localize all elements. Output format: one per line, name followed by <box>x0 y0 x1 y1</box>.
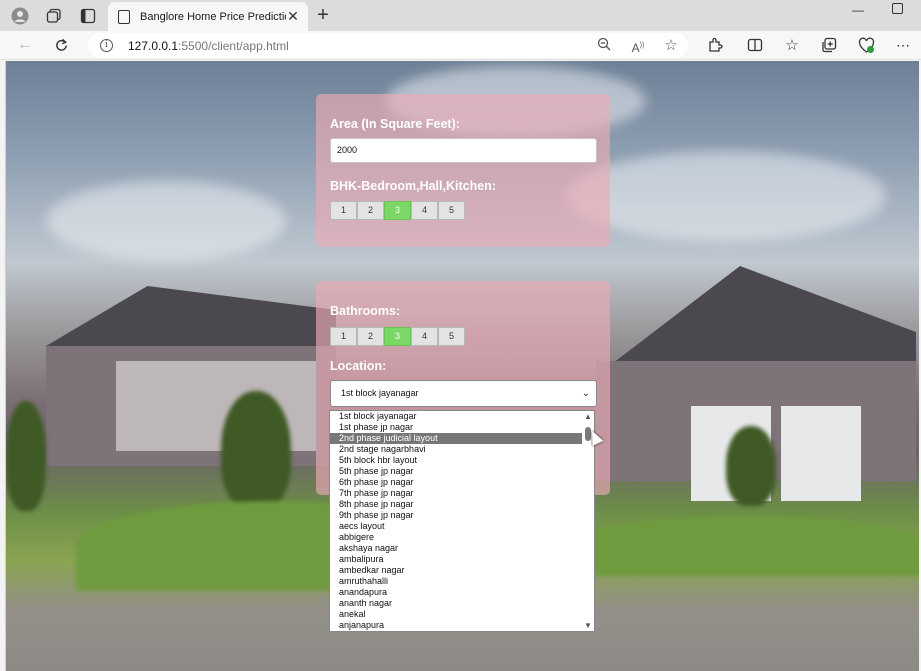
close-tab-icon[interactable]: ✕ <box>286 8 300 25</box>
location-option[interactable]: ambedkar nagar <box>330 565 583 576</box>
tab-title: Banglore Home Price Prediction <box>140 10 286 23</box>
refresh-icon[interactable] <box>50 34 72 56</box>
favorite-star-icon[interactable]: ☆ <box>662 37 680 55</box>
back-icon[interactable]: ← <box>14 34 36 56</box>
location-select-value: 1st block jayanagar <box>341 388 419 398</box>
location-option[interactable]: 9th phase jp nagar <box>330 510 583 521</box>
bathrooms-selector: 1 2 3 4 5 <box>330 327 465 346</box>
read-aloud-icon[interactable]: A)) <box>629 37 647 55</box>
location-option[interactable]: 8th phase jp nagar <box>330 499 583 510</box>
bhk-label: BHK-Bedroom,Hall,Kitchen: <box>330 179 496 193</box>
background-cloud <box>566 151 886 241</box>
background-tree <box>6 401 46 511</box>
more-options-icon[interactable]: ⋯ <box>892 34 914 56</box>
collections-icon[interactable] <box>818 34 840 56</box>
location-option[interactable]: 2nd stage nagarbhavi <box>330 444 583 455</box>
bhk-option-selected[interactable]: 3 <box>384 201 411 220</box>
maximize-icon[interactable] <box>892 3 903 14</box>
background-garage-door <box>781 406 861 501</box>
area-bhk-card: Area (In Square Feet): 2000 BHK-Bedroom,… <box>316 94 610 247</box>
bhk-option[interactable]: 2 <box>357 201 384 220</box>
location-option[interactable]: anjanapura <box>330 620 583 631</box>
scroll-up-icon[interactable]: ▲ <box>584 412 592 421</box>
background-tree <box>726 426 776 506</box>
bhk-selector: 1 2 3 4 5 <box>330 201 465 220</box>
location-option[interactable]: aecs layout <box>330 521 583 532</box>
location-dropdown-list[interactable]: 1st block jayanagar 1st phase jp nagar 2… <box>329 410 595 632</box>
bath-option-selected[interactable]: 3 <box>384 327 411 346</box>
navigation-bar: ← i 127.0.0.1:5500/client/app.html A)) ☆… <box>0 31 921 60</box>
background-house-roof <box>46 286 336 346</box>
background-cloud <box>46 181 286 261</box>
bath-option[interactable]: 2 <box>357 327 384 346</box>
zoom-out-icon[interactable] <box>595 37 613 55</box>
extensions-icon[interactable] <box>704 34 726 56</box>
bhk-option[interactable]: 1 <box>330 201 357 220</box>
background-house-roof <box>596 266 916 376</box>
bath-option[interactable]: 1 <box>330 327 357 346</box>
location-option[interactable]: anekal <box>330 609 583 620</box>
area-input[interactable]: 2000 <box>330 138 597 163</box>
title-bar: Banglore Home Price Prediction ✕ + — <box>0 0 921 31</box>
window-edge <box>0 61 5 671</box>
bhk-option[interactable]: 5 <box>438 201 465 220</box>
bathrooms-label: Bathrooms: <box>330 304 401 318</box>
favorites-icon[interactable]: ☆ <box>781 34 803 56</box>
site-info-icon[interactable]: i <box>100 39 113 52</box>
background-lawn <box>566 516 919 576</box>
vertical-tabs-icon[interactable] <box>77 5 99 27</box>
location-option[interactable]: 5th block hbr layout <box>330 455 583 466</box>
location-option[interactable]: abbigere <box>330 532 583 543</box>
location-option[interactable]: 7th phase jp nagar <box>330 488 583 499</box>
location-option[interactable]: ambalipura <box>330 554 583 565</box>
profile-icon[interactable] <box>9 5 31 27</box>
bhk-option[interactable]: 4 <box>411 201 438 220</box>
location-option[interactable]: ananth nagar <box>330 598 583 609</box>
location-option[interactable]: 6th phase jp nagar <box>330 477 583 488</box>
address-bar[interactable]: i 127.0.0.1:5500/client/app.html A)) ☆ <box>88 33 688 58</box>
workspaces-icon[interactable] <box>43 5 65 27</box>
location-option[interactable]: 5th phase jp nagar <box>330 466 583 477</box>
location-select[interactable]: 1st block jayanagar ⌄ <box>330 380 597 407</box>
location-option[interactable]: akshaya nagar <box>330 543 583 554</box>
minimize-icon[interactable]: — <box>852 3 864 17</box>
active-tab[interactable]: Banglore Home Price Prediction ✕ <box>108 2 308 31</box>
area-label: Area (In Square Feet): <box>330 117 460 131</box>
url-path: :5500/client/app.html <box>178 38 289 53</box>
location-option[interactable]: amruthahalli <box>330 576 583 587</box>
bath-option[interactable]: 4 <box>411 327 438 346</box>
url-host: 127.0.0.1 <box>128 38 179 53</box>
location-label: Location: <box>330 359 387 373</box>
document-icon <box>118 9 130 24</box>
location-option[interactable]: anandapura <box>330 587 583 598</box>
bath-option[interactable]: 5 <box>438 327 465 346</box>
background-tree <box>221 391 291 511</box>
new-tab-icon[interactable]: + <box>313 5 333 27</box>
location-option[interactable]: 1st phase jp nagar <box>330 422 583 433</box>
scroll-down-icon[interactable]: ▼ <box>584 621 592 630</box>
chevron-down-icon: ⌄ <box>581 388 590 399</box>
location-option-highlighted[interactable]: 2nd phase judicial layout <box>330 433 583 444</box>
browser-essentials-icon[interactable] <box>855 34 877 56</box>
location-option[interactable]: 1st block jayanagar <box>330 411 583 422</box>
split-screen-icon[interactable] <box>744 34 766 56</box>
dropdown-options: 1st block jayanagar 1st phase jp nagar 2… <box>330 411 583 631</box>
